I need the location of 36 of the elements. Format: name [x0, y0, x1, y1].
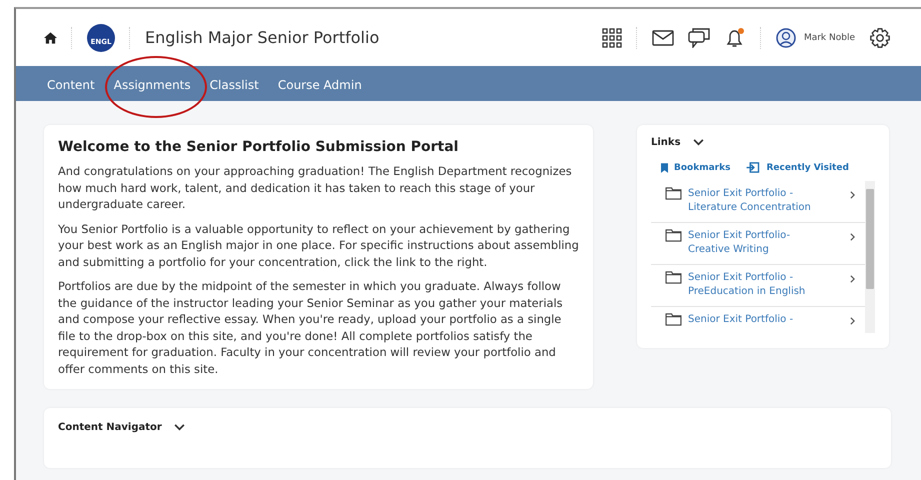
folder-link[interactable]: Senior Exit Portfolio - Literature Concentration	[688, 187, 844, 215]
folder-icon	[665, 229, 682, 242]
recently-visited-tab[interactable]: Recently Visited	[766, 162, 849, 172]
nav-link[interactable]: Content	[47, 78, 95, 92]
folder-icon	[665, 271, 682, 284]
content-navigator-title: Content Navigator	[58, 422, 162, 433]
home-icon[interactable]	[44, 32, 57, 44]
settings-icon[interactable]	[869, 26, 891, 48]
avatar-icon[interactable]	[776, 26, 796, 48]
links-title: Links	[651, 137, 681, 148]
mail-icon[interactable]	[652, 30, 674, 46]
chevron-down-icon[interactable]	[692, 139, 704, 146]
user-name[interactable]: Mark Noble	[804, 32, 855, 42]
welcome-paragraph: Portfolios are due by the midpoint of the semester in which you graduate. Always follow the guidance of the instructor leading your Senior Seminar as you gather your materials and compose your reflective essay. When you're ready, upload your portfolio as a single file to the drop-box on this site, and you're done! All complete portfolios satisfy the requirement for graduation. Faculty in your concentration will review your portfolio and offer comments on this site.	[58, 278, 564, 377]
chevron-right-icon[interactable]	[850, 317, 855, 325]
chevron-down-icon[interactable]	[174, 424, 185, 431]
folder-icon	[665, 313, 682, 326]
welcome-paragraph: You Senior Portfolio is a valuable opportunity to reflect on your achievement by gathering your best work as an English major in one place. For specific instructions about assembling and submitting a portfolio for your concentration, click the link to the right.	[58, 220, 579, 270]
nav-link[interactable]: Course Admin	[278, 78, 362, 92]
grid-icon[interactable]	[602, 28, 622, 48]
folder-link[interactable]: Senior Exit Portfolio - PreEducation in English	[688, 271, 844, 299]
chat-icon[interactable]	[688, 28, 710, 48]
welcome-paragraph: And congratulations on your approaching graduation! The English Department recognizes how much hard work, talent, and dedication it has taken to reach this stage of your undergraduate career.	[58, 163, 573, 212]
scrollbar[interactable]	[865, 181, 875, 333]
welcome-title: Welcome to the Senior Portfolio Submission Portal	[58, 139, 460, 155]
folder-link[interactable]: Senior Exit Portfolio- Creative Writing	[688, 229, 844, 257]
folder-link[interactable]: Senior Exit Portfolio -	[688, 313, 844, 327]
chevron-right-icon[interactable]	[850, 275, 855, 283]
chevron-right-icon[interactable]	[850, 233, 855, 241]
chevron-right-icon[interactable]	[850, 191, 855, 199]
bookmark-icon	[661, 162, 668, 172]
nav-link[interactable]: Assignments	[114, 78, 191, 92]
course-title: English Major Senior Portfolio	[145, 28, 380, 47]
bookmarks-tab[interactable]: Bookmarks	[674, 162, 730, 172]
nav-link[interactable]: Classlist	[210, 78, 259, 92]
folder-icon	[665, 187, 682, 200]
